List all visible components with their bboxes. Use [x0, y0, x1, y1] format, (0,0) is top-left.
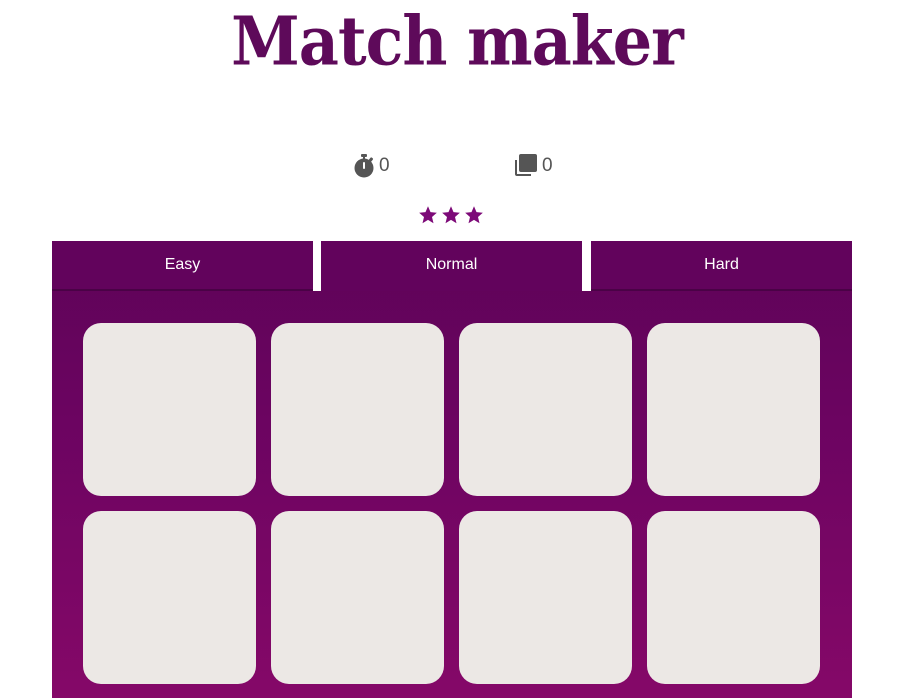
tab-easy[interactable]: Easy — [52, 241, 313, 291]
timer-value: 0 — [379, 155, 390, 176]
star-rating — [418, 205, 496, 227]
memory-card[interactable] — [271, 323, 444, 496]
stacked-cards-icon — [512, 153, 542, 179]
game-page: Match maker 0 0 Easy Normal Hard — [0, 0, 914, 698]
memory-card[interactable] — [83, 511, 256, 684]
tab-hard[interactable]: Hard — [591, 241, 852, 291]
tab-divider — [582, 241, 591, 291]
timer-stat: 0 — [353, 152, 390, 180]
memory-card[interactable] — [271, 511, 444, 684]
memory-card[interactable] — [647, 323, 820, 496]
moves-stat: 0 — [512, 152, 553, 180]
game-board: Easy Normal Hard — [52, 241, 852, 698]
tab-normal[interactable]: Normal — [321, 241, 582, 291]
memory-card[interactable] — [647, 511, 820, 684]
memory-card[interactable] — [459, 511, 632, 684]
page-title: Match maker — [231, 2, 684, 81]
stopwatch-icon — [353, 154, 379, 178]
memory-card[interactable] — [459, 323, 632, 496]
tab-divider — [313, 241, 321, 291]
difficulty-tabs: Easy Normal Hard — [52, 241, 852, 291]
moves-value: 0 — [542, 155, 553, 176]
star-icon — [465, 206, 483, 224]
memory-card[interactable] — [83, 323, 256, 496]
star-icon — [442, 206, 460, 224]
star-icon — [419, 206, 437, 224]
